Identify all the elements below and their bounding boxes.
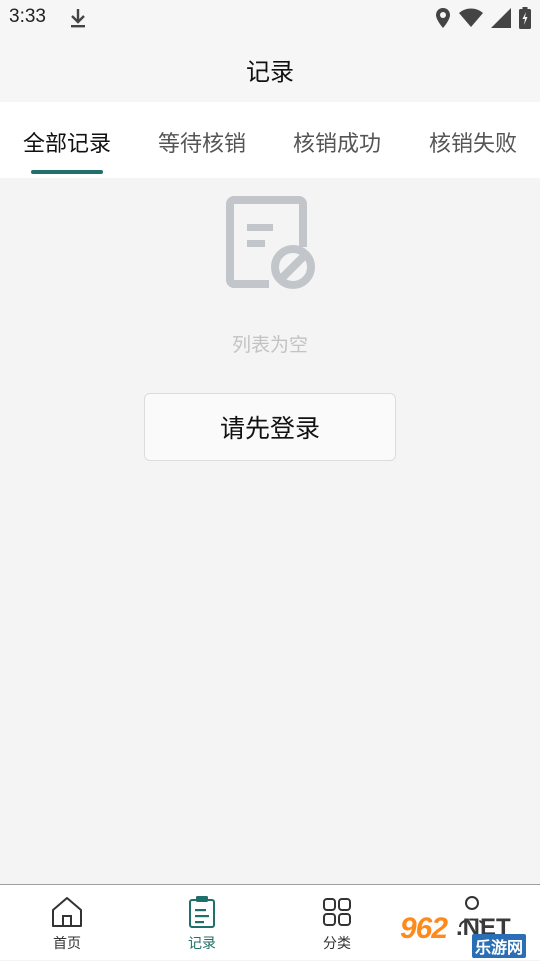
page-title: 记录 (246, 58, 294, 86)
nav-home-label: 首页 (53, 936, 81, 952)
nav-category[interactable]: 分类 (287, 885, 387, 961)
tab-bar: 全部记录 等待核销 核销成功 核销失败 (0, 102, 540, 178)
download-icon (71, 9, 85, 28)
tab-indicator (31, 170, 103, 174)
tab-failed[interactable]: 核销失败 (429, 126, 517, 158)
nav-records-label: 记录 (188, 936, 216, 952)
watermark-logo: 962 .NET 乐游网 (400, 912, 534, 958)
status-time: 3:33 (9, 6, 46, 27)
tab-pending[interactable]: 等待核销 (158, 126, 246, 158)
empty-document-icon (226, 196, 315, 289)
watermark-subtitle: 乐游网 (472, 934, 527, 958)
battery-icon (519, 7, 531, 29)
status-icons (435, 6, 531, 30)
wifi-icon (459, 8, 483, 27)
header: 记录 (0, 36, 540, 102)
clipboard-icon (189, 896, 215, 928)
tab-success[interactable]: 核销成功 (293, 126, 381, 158)
signal-icon (491, 8, 511, 28)
home-icon (52, 897, 82, 927)
tab-all-records[interactable]: 全部记录 (23, 126, 111, 158)
nav-home[interactable]: 首页 (17, 885, 117, 961)
location-icon (436, 8, 450, 28)
empty-state-text: 列表为空 (231, 334, 308, 356)
nav-category-label: 分类 (323, 936, 351, 952)
login-button[interactable]: 请先登录 (144, 393, 396, 461)
nav-records[interactable]: 记录 (152, 885, 252, 961)
status-bar: 3:33 (0, 0, 540, 36)
grid-icon (323, 898, 351, 926)
watermark-number: 962 (400, 912, 448, 945)
